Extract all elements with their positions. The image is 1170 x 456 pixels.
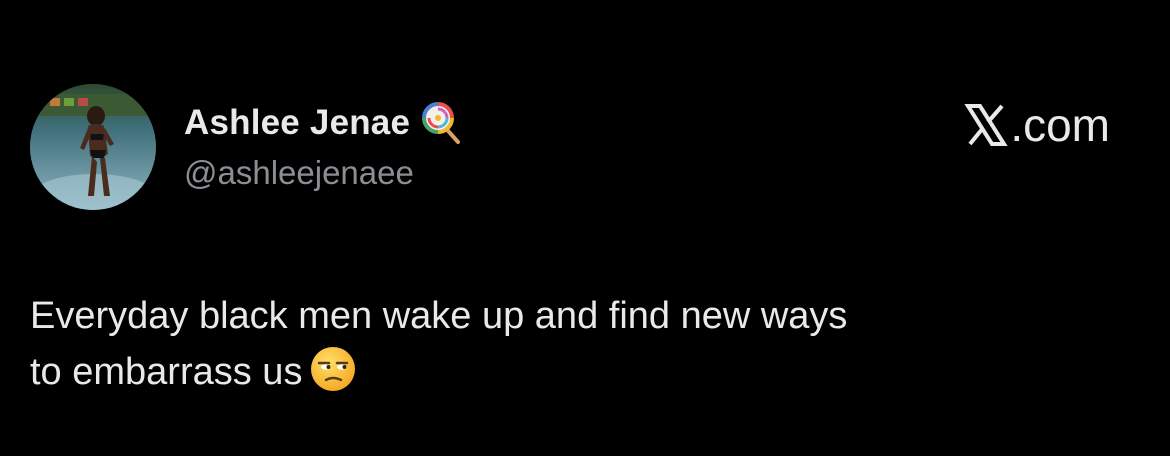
lollipop-icon — [420, 100, 462, 146]
unamused-face-icon — [310, 346, 356, 392]
tweet-text-line-1: Everyday black men wake up and find new … — [30, 295, 848, 337]
tweet-text-line-2-text: to embarrass us — [30, 351, 303, 393]
author-name-row: Ashlee Jenae — [184, 98, 462, 148]
display-name[interactable]: Ashlee Jenae — [184, 103, 410, 143]
brand-watermark: .com — [964, 98, 1110, 152]
x-logo-icon — [964, 102, 1008, 148]
avatar[interactable] — [30, 84, 156, 210]
avatar-photo — [30, 84, 156, 210]
brand-label: .com — [1010, 99, 1110, 151]
tweet-text-line-2: to embarrass us — [30, 344, 1130, 400]
author-handle[interactable]: @ashleejenaee — [184, 154, 414, 192]
tweet-card: Ashlee Jenae @ashleejenaee .com Everyday… — [0, 0, 1170, 456]
tweet-text: Everyday black men wake up and find new … — [30, 288, 1130, 400]
